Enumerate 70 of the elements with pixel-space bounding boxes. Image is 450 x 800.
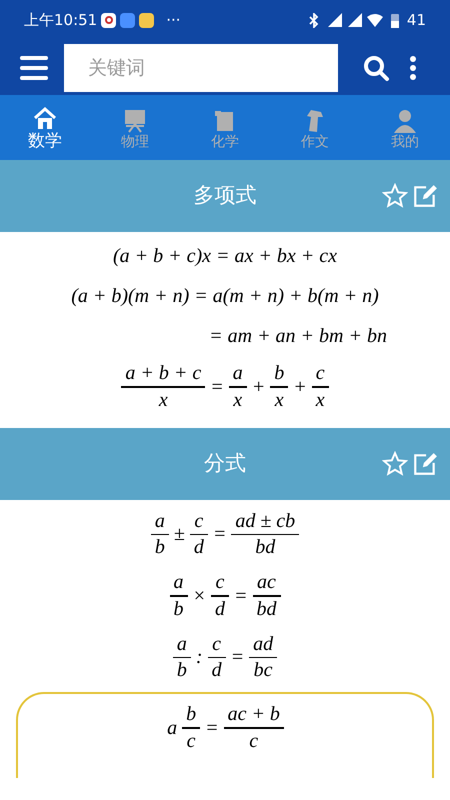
category-tab[interactable]: 化学 — [180, 95, 270, 160]
fraction-numerator: ad — [252, 632, 274, 656]
math-text: (a + b)(m + n) = a(m + n) + b(m + n) — [70, 284, 380, 309]
fraction-denominator: c — [248, 728, 260, 754]
math-text: × — [192, 584, 207, 609]
search-field[interactable]: 关键词 — [64, 44, 338, 92]
edit-icon[interactable] — [412, 450, 438, 476]
more-notifications: ··· — [166, 10, 181, 31]
math-text: = — [212, 522, 228, 548]
star-icon[interactable] — [382, 450, 408, 476]
math-text: a — [166, 716, 178, 741]
category-tab[interactable]: 作文 — [270, 95, 360, 160]
fraction-numerator: a + b + c — [124, 361, 202, 386]
fraction-numerator: a — [172, 570, 184, 595]
battery-icon — [390, 12, 399, 28]
category-tab[interactable]: 物理 — [90, 95, 180, 160]
search-button[interactable] — [362, 54, 390, 82]
math-text: + — [250, 374, 266, 400]
math-text: = — [230, 645, 246, 670]
fraction-denominator: bc — [252, 658, 274, 683]
star-icon[interactable] — [382, 183, 408, 209]
fraction-numerator: a — [176, 632, 188, 656]
app-icon — [139, 12, 154, 28]
fraction-denominator: x — [274, 388, 285, 412]
edit-icon[interactable] — [412, 183, 438, 209]
fraction-denominator: bd — [256, 596, 278, 622]
math-text: (a + b + c)x = ax + bx + cx — [112, 244, 338, 269]
battery-level: 41 — [406, 10, 426, 31]
more-options-button[interactable] — [410, 56, 416, 80]
fraction-numerator: c — [314, 361, 326, 386]
status-time: 上午10:51 — [24, 10, 98, 31]
fraction-denominator: d — [210, 658, 223, 683]
fraction-numerator: ad ± cb — [234, 508, 296, 534]
category-tab[interactable]: 数学 — [0, 95, 90, 160]
fraction-numerator: b — [273, 361, 286, 386]
fraction-numerator: b — [185, 702, 198, 727]
math-text: = am + an + bm + bn — [208, 324, 388, 349]
bluetooth-icon — [308, 12, 319, 28]
fraction-denominator: x — [158, 388, 169, 412]
section-title: 多项式 — [194, 182, 256, 210]
fraction-numerator: c — [214, 570, 226, 595]
fraction-denominator: x — [232, 388, 244, 412]
category-tab[interactable]: 我的 — [360, 95, 450, 160]
math-text: = — [204, 716, 220, 741]
wifi-icon — [366, 14, 383, 26]
fraction-numerator: c — [193, 508, 204, 534]
fraction-denominator: d — [192, 535, 205, 560]
fraction-denominator: bd — [254, 535, 276, 560]
section-title: 分式 — [204, 450, 246, 477]
menu-button[interactable] — [20, 56, 48, 80]
fraction-numerator: a — [154, 508, 166, 534]
app-icon — [101, 12, 116, 28]
fraction-numerator: a — [232, 361, 244, 386]
fraction-numerator: ac + b — [226, 702, 281, 727]
signal-icon — [346, 13, 363, 27]
math-text: : — [194, 645, 204, 670]
math-text: = — [209, 374, 225, 400]
math-text: ± — [172, 522, 186, 548]
fraction-denominator: d — [214, 596, 226, 622]
fraction-numerator: c — [211, 632, 222, 656]
fraction-denominator: b — [154, 535, 166, 560]
fraction-denominator: b — [172, 596, 184, 622]
math-text: + — [292, 374, 308, 400]
fraction-numerator: ac — [256, 570, 277, 595]
fraction-denominator: x — [314, 388, 326, 412]
math-text: = — [233, 584, 248, 609]
fraction-denominator: c — [186, 728, 196, 754]
fraction-denominator: b — [176, 658, 188, 683]
signal-icon — [326, 13, 343, 27]
app-icon — [120, 12, 136, 28]
